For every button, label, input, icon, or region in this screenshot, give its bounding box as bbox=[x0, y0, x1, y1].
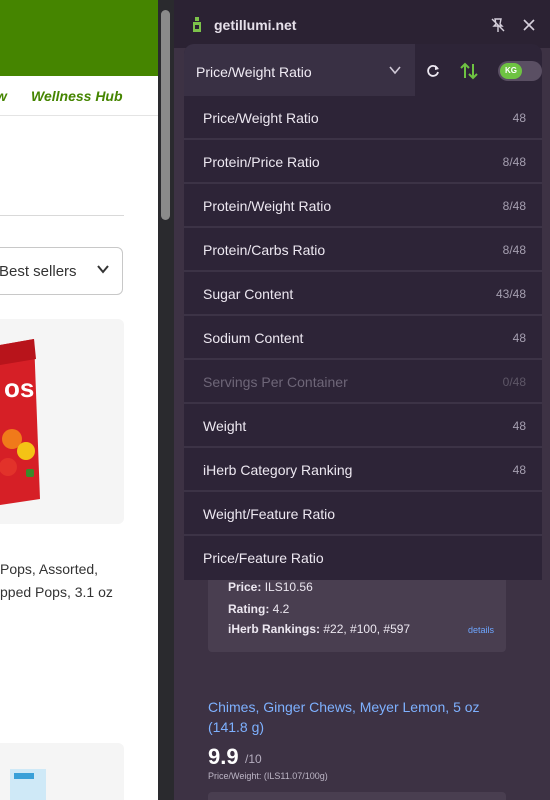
product2-score-out-of: /10 bbox=[245, 752, 262, 766]
refresh-icon[interactable] bbox=[426, 64, 440, 78]
menu-item-label: Weight/Feature Ratio bbox=[203, 506, 336, 522]
sort-arrows-icon[interactable] bbox=[459, 61, 479, 81]
divider bbox=[0, 215, 124, 216]
sort-metric-selected: Price/Weight Ratio bbox=[196, 64, 312, 80]
menu-item-label: Protein/Price Ratio bbox=[203, 154, 320, 170]
menu-item-count: 8/48 bbox=[502, 199, 526, 213]
sort-metric-select[interactable]: Price/Weight Ratio bbox=[184, 44, 415, 96]
rating-value: 4.2 bbox=[272, 602, 290, 616]
unpin-icon[interactable] bbox=[490, 17, 506, 33]
extension-toolbar: Price/Weight Ratio KG bbox=[184, 44, 542, 96]
menu-item-count: 43/48 bbox=[495, 287, 526, 301]
brand-name: getillumi.net bbox=[214, 17, 297, 33]
close-icon[interactable] bbox=[522, 18, 536, 32]
unit-toggle-label: KG bbox=[505, 66, 517, 75]
menu-item-protein-carbs-ratio[interactable]: Protein/Carbs Ratio 8/48 bbox=[184, 228, 542, 272]
price-value: ILS10.56 bbox=[264, 580, 313, 594]
svg-text:os: os bbox=[4, 373, 34, 403]
menu-item-count: 0/48 bbox=[502, 375, 526, 389]
menu-item-count: 8/48 bbox=[502, 243, 526, 257]
product2-title-link[interactable]: Chimes, Ginger Chews, Meyer Lemon, 5 oz … bbox=[208, 697, 508, 737]
product2-score: 9.9 bbox=[208, 744, 239, 769]
menu-item-label: Protein/Carbs Ratio bbox=[203, 242, 326, 258]
menu-item-protein-weight-ratio[interactable]: Protein/Weight Ratio 8/48 bbox=[184, 184, 542, 228]
site-header bbox=[0, 0, 160, 76]
menu-item-label: Weight bbox=[203, 418, 247, 434]
menu-item-label: Servings Per Container bbox=[203, 374, 348, 390]
sort-dropdown-label: Best sellers bbox=[0, 263, 77, 280]
brand-bottle-icon bbox=[193, 17, 201, 32]
product2-details-box bbox=[208, 792, 506, 800]
menu-item-sugar-content[interactable]: Sugar Content 43/48 bbox=[184, 272, 542, 316]
menu-item-sodium-content[interactable]: Sodium Content 48 bbox=[184, 316, 542, 360]
menu-item-servings-per-container: Servings Per Container 0/48 bbox=[184, 360, 542, 404]
nav-link-previous[interactable]: w bbox=[0, 88, 7, 104]
product-details-box: Price: ILS10.56 Rating: 4.2 iHerb Rankin… bbox=[208, 570, 506, 652]
site-nav: w Wellness Hub bbox=[0, 76, 160, 116]
menu-item-count: 48 bbox=[512, 111, 526, 125]
rating-row: Rating: 4.2 bbox=[228, 602, 289, 616]
menu-item-weight-feature-ratio[interactable]: Weight/Feature Ratio bbox=[184, 492, 542, 536]
unit-toggle[interactable]: KG bbox=[498, 61, 542, 81]
menu-item-price-weight-ratio[interactable]: Price/Weight Ratio 48 bbox=[184, 96, 542, 140]
menu-item-label: iHerb Category Ranking bbox=[203, 462, 353, 478]
product2-price-weight: Price/Weight: (ILS11.07/100g) bbox=[208, 771, 328, 781]
page-scrollbar-thumb[interactable] bbox=[161, 10, 170, 220]
menu-item-protein-price-ratio[interactable]: Protein/Price Ratio 8/48 bbox=[184, 140, 542, 184]
product-title-line: Pops, Assorted, bbox=[0, 561, 99, 577]
rating-label: Rating: bbox=[228, 602, 270, 616]
menu-item-price-feature-ratio[interactable]: Price/Feature Ratio bbox=[184, 536, 542, 580]
rankings-label: iHerb Rankings: bbox=[228, 622, 321, 636]
rankings-value: #22, #100, #597 bbox=[323, 622, 411, 636]
chevron-down-icon bbox=[389, 66, 401, 75]
product-image bbox=[10, 769, 46, 800]
rankings-row: iHerb Rankings: #22, #100, #597 bbox=[228, 622, 410, 636]
product-image: os bbox=[0, 339, 40, 505]
details-link[interactable]: details bbox=[468, 625, 494, 635]
chevron-down-icon bbox=[97, 265, 109, 274]
product-card-image[interactable] bbox=[0, 743, 124, 800]
product-title-line: pped Pops, 3.1 oz bbox=[0, 584, 113, 600]
extension-header: getillumi.net bbox=[174, 0, 550, 48]
menu-item-label: Protein/Weight Ratio bbox=[203, 198, 332, 214]
menu-item-count: 48 bbox=[512, 463, 526, 477]
menu-item-label: Sugar Content bbox=[203, 286, 294, 302]
menu-item-label: Price/Feature Ratio bbox=[203, 550, 324, 566]
price-label: Price: bbox=[228, 580, 262, 594]
menu-item-count: 48 bbox=[512, 331, 526, 345]
menu-item-count: 48 bbox=[512, 419, 526, 433]
page-scrollbar[interactable] bbox=[158, 0, 174, 800]
website-background: w Wellness Hub Best sellers os Pops, Ass… bbox=[0, 0, 160, 800]
menu-item-count: 8/48 bbox=[502, 155, 526, 169]
price-row: Price: ILS10.56 bbox=[228, 580, 313, 594]
sort-dropdown[interactable]: Best sellers bbox=[0, 247, 123, 295]
unit-toggle-knob: KG bbox=[500, 63, 522, 79]
sort-metric-menu: Price/Weight Ratio 48 Protein/Price Rati… bbox=[184, 96, 542, 580]
menu-item-weight[interactable]: Weight 48 bbox=[184, 404, 542, 448]
menu-item-iherb-category-ranking[interactable]: iHerb Category Ranking 48 bbox=[184, 448, 542, 492]
menu-item-label: Sodium Content bbox=[203, 330, 304, 346]
menu-item-label: Price/Weight Ratio bbox=[203, 110, 319, 126]
product-card-image[interactable]: os bbox=[0, 319, 124, 524]
product-title[interactable]: Pops, Assorted, pped Pops, 3.1 oz bbox=[0, 558, 160, 604]
nav-link-wellness-hub[interactable]: Wellness Hub bbox=[31, 88, 123, 104]
